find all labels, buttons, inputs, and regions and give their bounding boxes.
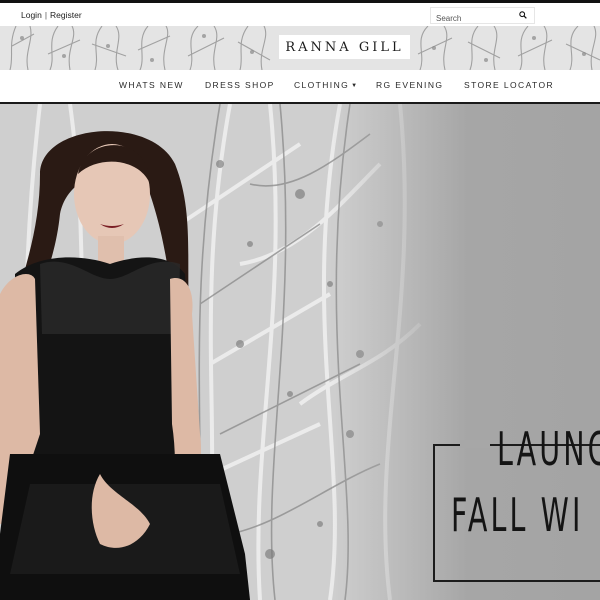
main-nav: WHATS NEW DRESS SHOP CLOTHING ▼ RG EVENIN… (0, 70, 600, 104)
nav-item-store-locator[interactable]: STORE LOCATOR (464, 80, 554, 90)
nav-item-dress-shop[interactable]: DRESS SHOP (205, 80, 275, 90)
nav-item-clothing-label: CLOTHING (294, 80, 350, 90)
register-link[interactable]: Register (50, 10, 82, 20)
nav-item-whats-new[interactable]: WHATS NEW (119, 80, 184, 90)
logo-box[interactable]: RANNA GILL (279, 35, 410, 59)
search-box (430, 7, 535, 25)
account-links: Login | Register (21, 10, 82, 20)
promo-frame-gap (460, 440, 490, 448)
utility-bar: Login | Register (0, 3, 600, 26)
search-input[interactable] (431, 12, 506, 25)
link-separator: | (44, 10, 48, 20)
promo-headline-line2: FALL WI (451, 488, 584, 542)
model-photo (0, 131, 250, 600)
brand-logo: RANNA GILL (285, 39, 404, 55)
hero-banner[interactable]: LAUNC FALL WI (0, 104, 600, 600)
promo-headline-line1: LAUNC (497, 422, 600, 476)
chevron-down-icon: ▼ (351, 83, 359, 89)
search-icon[interactable] (519, 11, 527, 19)
nav-item-clothing[interactable]: CLOTHING ▼ (294, 80, 358, 90)
nav-item-rg-evening[interactable]: RG EVENING (376, 80, 443, 90)
brand-banner: RANNA GILL (0, 26, 600, 70)
login-link[interactable]: Login (21, 10, 42, 20)
